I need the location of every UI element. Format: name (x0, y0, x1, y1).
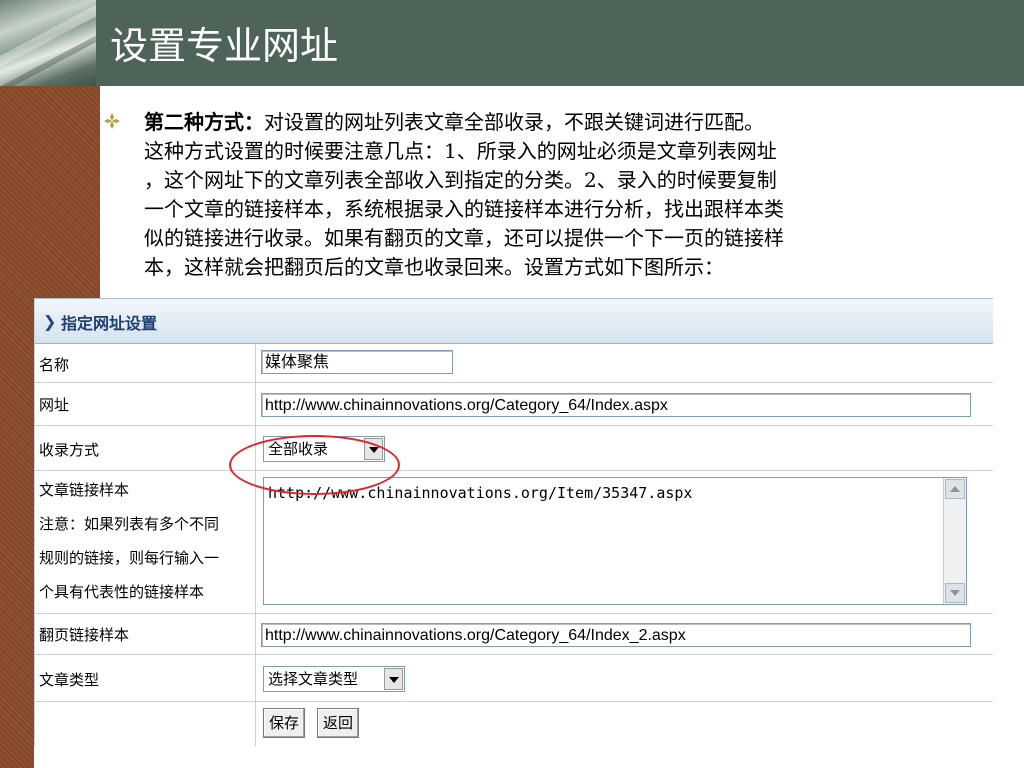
diamond-bullet-icon (104, 113, 120, 129)
form-row-sample: 文章链接样本 注意：如果列表有多个不同 规则的链接，则每行输入一 个具有代表性的… (35, 471, 993, 614)
slide-title: 设置专业网址 (110, 24, 339, 68)
panel-title: 指定网址设置 (61, 314, 158, 333)
chevron-right-icon: ❯ (43, 312, 57, 331)
type-select-value: 选择文章类型 (268, 670, 359, 688)
url-input[interactable]: http://www.chinainnovations.org/Category… (261, 393, 971, 417)
type-label: 文章类型 (39, 671, 100, 689)
textarea-scrollbar[interactable] (943, 478, 966, 604)
highlight-ellipse (229, 435, 400, 495)
form-row-type: 文章类型 选择文章类型 (35, 655, 993, 702)
paragraph-line-3: ，这个网址下的文章列表全部收入到指定的分类。2、录入的时候要复制 (144, 168, 777, 192)
url-settings-screenshot: ❯ 指定网址设置 名称 媒体聚焦 网址 http://www.chinainno… (34, 298, 993, 746)
paragraph-line-1-text: 对设置的网址列表文章全部收录，不跟关键词进行匹配。 (264, 110, 764, 134)
sample-textarea[interactable]: http://www.chinainnovations.org/Item/353… (263, 477, 967, 605)
form-row-url: 网址 http://www.chinainnovations.org/Categ… (35, 383, 993, 426)
paragraph-line-2: 这种方式设置的时候要注意几点：1、所录入的网址必须是文章列表网址 (144, 139, 777, 163)
form-row-name: 名称 媒体聚焦 (35, 344, 993, 383)
scroll-up-icon[interactable] (945, 479, 965, 499)
form-row-mode: 收录方式 全部收录 (35, 426, 993, 471)
sample-note-line-1: 注意：如果列表有多个不同 (39, 515, 220, 533)
save-button[interactable]: 保存 (263, 708, 305, 738)
paragraph-line-1: 第二种方式：对设置的网址列表文章全部收录，不跟关键词进行匹配。 (144, 108, 974, 137)
page-input[interactable]: http://www.chinainnovations.org/Category… (261, 623, 971, 647)
sample-note-line-2: 规则的链接，则每行输入一 (39, 549, 220, 567)
name-label: 名称 (39, 356, 70, 374)
paragraph-line-4: 一个文章的链接样本，系统根据录入的链接样本进行分析，找出跟样本类 (144, 197, 784, 221)
form-row-page: 翻页链接样本 http://www.chinainnovations.org/C… (35, 614, 993, 655)
left-decorative-bar (0, 86, 34, 768)
paragraph-line-6: 本，这样就会把翻页后的文章也收录回来。设置方式如下图所示： (144, 255, 724, 279)
sample-note-line-3: 个具有代表性的链接样本 (39, 583, 205, 601)
sample-label: 文章链接样本 (39, 481, 130, 499)
type-select[interactable]: 选择文章类型 (263, 666, 405, 692)
form-row-actions: 保存 返回 (35, 702, 993, 746)
url-label: 网址 (39, 396, 70, 414)
mode-label: 收录方式 (39, 441, 100, 459)
description-paragraph: 第二种方式：对设置的网址列表文章全部收录，不跟关键词进行匹配。 这种方式设置的时… (144, 108, 974, 282)
header-decorative-photo (0, 0, 96, 86)
back-button[interactable]: 返回 (317, 708, 359, 738)
panel-header: ❯ 指定网址设置 (35, 298, 993, 344)
left-decorative-block (34, 86, 100, 298)
paragraph-lead: 第二种方式： (144, 110, 264, 134)
page-label: 翻页链接样本 (39, 626, 130, 644)
name-input[interactable]: 媒体聚焦 (261, 350, 453, 374)
scroll-down-icon[interactable] (945, 583, 965, 603)
dropdown-arrow-icon[interactable] (384, 668, 403, 690)
paragraph-line-5: 似的链接进行收录。如果有翻页的文章，还可以提供一个下一页的链接样 (144, 226, 784, 250)
